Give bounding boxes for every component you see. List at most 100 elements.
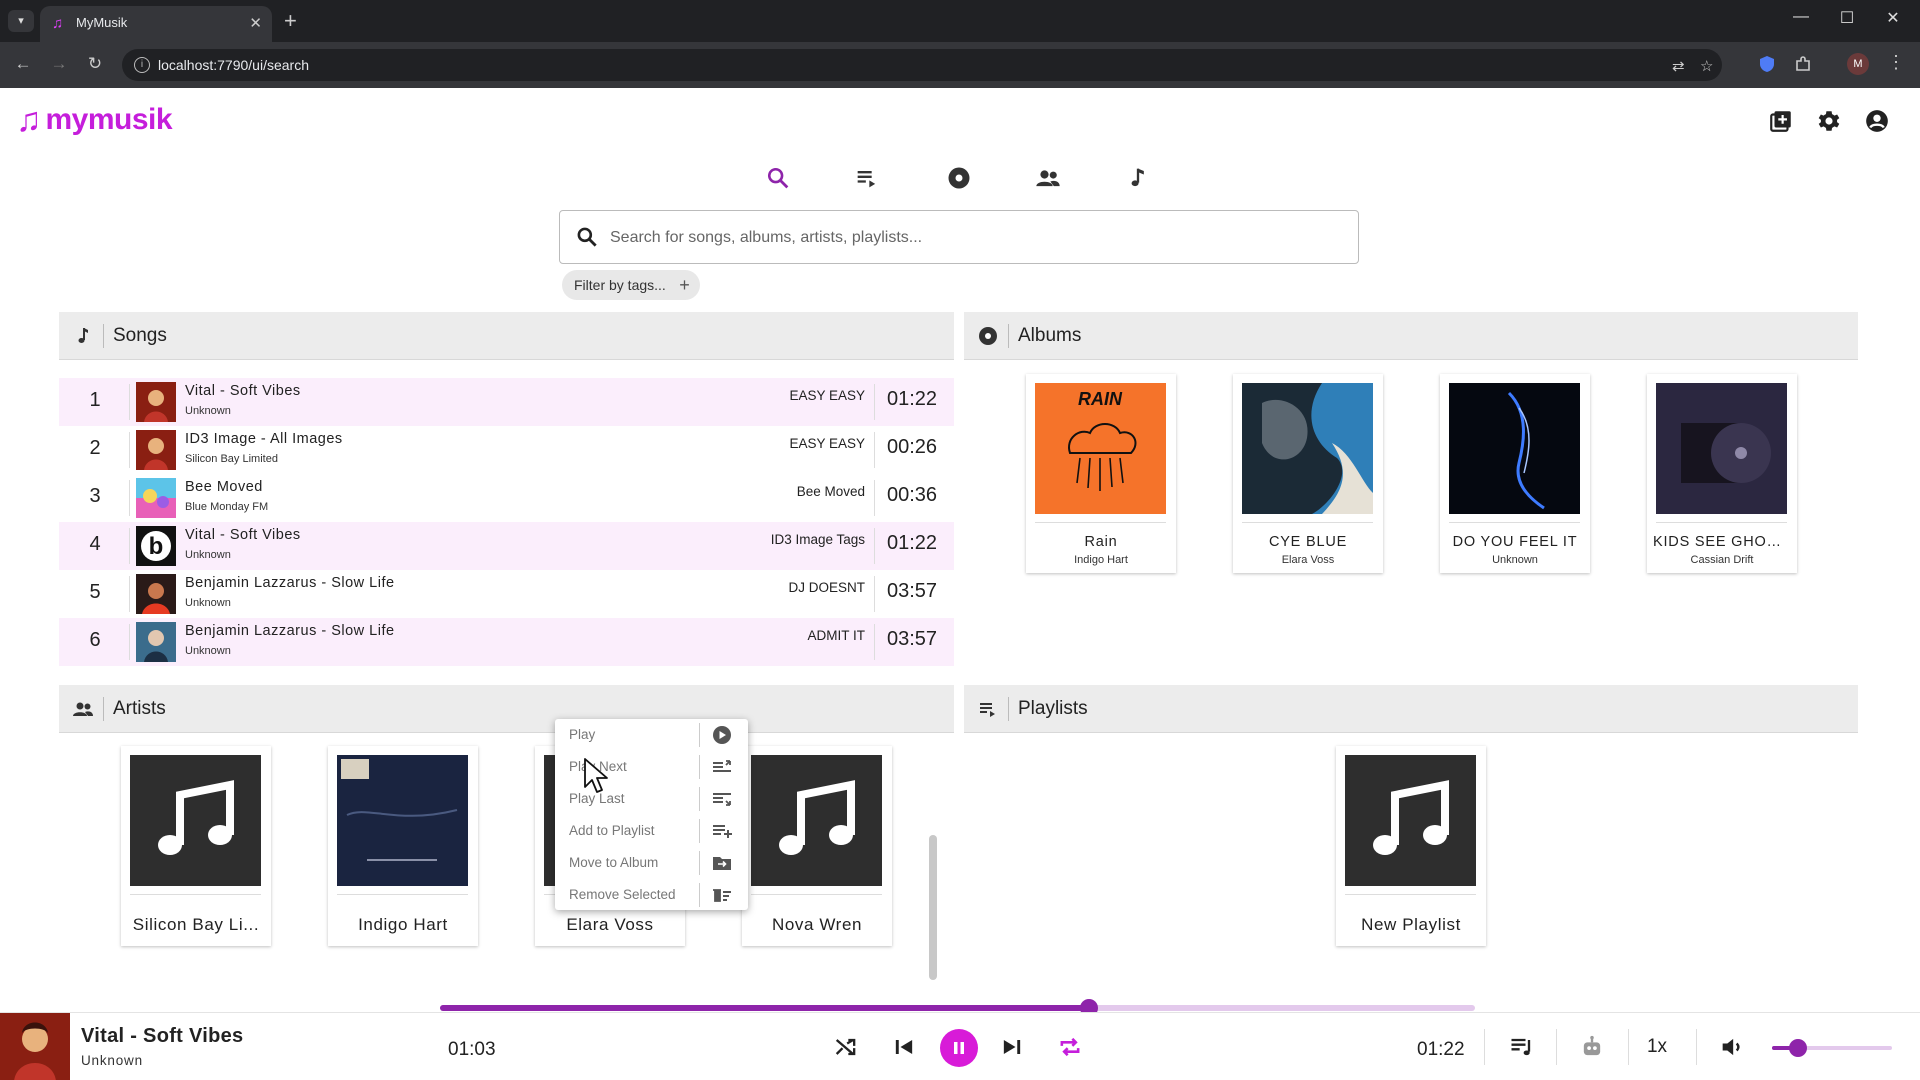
minimize-icon[interactable]: —: [1778, 8, 1824, 26]
back-icon[interactable]: ←: [12, 54, 34, 74]
tab-songs[interactable]: [1124, 164, 1152, 192]
row-divider: [129, 432, 130, 468]
tab-playlists[interactable]: [853, 164, 881, 192]
extensions-puzzle-icon[interactable]: [1793, 54, 1813, 74]
song-thumbnail: b: [136, 526, 176, 566]
menu-divider: [699, 723, 700, 747]
playlist-card[interactable]: New Playlist: [1336, 746, 1486, 946]
menu-item-move-to-album[interactable]: Move to Album: [555, 847, 748, 879]
song-row[interactable]: 1 Vital - Soft Vibes Unknown EASY EASY 0…: [59, 378, 954, 426]
menu-item-label: Remove Selected: [569, 887, 676, 902]
row-divider: [874, 384, 875, 420]
volume-icon[interactable]: [1718, 1033, 1746, 1061]
tab-albums[interactable]: [945, 164, 973, 192]
card-divider: [1449, 522, 1580, 523]
row-divider: [129, 528, 130, 564]
robot-icon[interactable]: [1578, 1033, 1606, 1061]
next-track-icon[interactable]: [998, 1033, 1026, 1061]
header-divider: [1008, 697, 1009, 721]
song-row[interactable]: 6 Benjamin Lazzarus - Slow Life Unknown …: [59, 618, 954, 666]
seek-bar[interactable]: [440, 999, 1475, 1017]
row-divider: [874, 528, 875, 564]
song-title: ID3 Image - All Images: [185, 431, 343, 447]
card-divider: [1035, 522, 1166, 523]
album-title: DO YOU FEEL IT: [1452, 534, 1578, 550]
now-playing-art[interactable]: [0, 1013, 70, 1080]
shuffle-icon[interactable]: [832, 1033, 860, 1061]
site-info-icon[interactable]: i: [134, 57, 150, 73]
song-album-tag: ADMIT IT: [807, 628, 865, 643]
translate-icon[interactable]: ⇄: [1672, 57, 1685, 75]
profile-avatar[interactable]: M: [1847, 53, 1869, 75]
song-album-tag: EASY EASY: [789, 436, 865, 451]
song-thumbnail: [136, 430, 176, 470]
browser-tab[interactable]: ♫ MyMusik ✕: [40, 6, 272, 42]
song-album-tag: DJ DOESNT: [788, 580, 865, 595]
close-tab-icon[interactable]: ✕: [249, 14, 262, 32]
menu-item-play[interactable]: Play: [555, 719, 748, 751]
artist-card[interactable]: Indigo Hart: [328, 746, 478, 946]
song-duration: 00:26: [887, 436, 938, 458]
pause-button[interactable]: [940, 1029, 978, 1067]
settings-icon[interactable]: [1816, 108, 1842, 134]
tab-strip: ▾ ♫ MyMusik ✕ + — ☐ ✕: [0, 0, 1920, 42]
song-thumbnail: [136, 382, 176, 422]
album-cover: RAIN: [1035, 383, 1166, 514]
account-icon[interactable]: [1864, 108, 1890, 134]
volume-thumb[interactable]: [1789, 1039, 1808, 1057]
menu-divider: [699, 883, 700, 907]
add-library-icon[interactable]: [1768, 108, 1794, 134]
song-row[interactable]: 2 ID3 Image - All Images Silicon Bay Lim…: [59, 426, 954, 474]
address-bar[interactable]: i localhost:7790/ui/search ⇄ ☆: [122, 49, 1722, 81]
row-divider: [129, 384, 130, 420]
song-row[interactable]: 4 b Vital - Soft Vibes Unknown ID3 Image…: [59, 522, 954, 570]
filter-tags-chip[interactable]: Filter by tags... +: [562, 270, 700, 300]
queue-icon[interactable]: [1508, 1033, 1536, 1061]
maximize-icon[interactable]: ☐: [1824, 8, 1870, 28]
shield-extension-icon[interactable]: [1757, 54, 1777, 74]
artists-scrollbar[interactable]: [929, 835, 937, 980]
menu-item-add-to-playlist[interactable]: Add to Playlist: [555, 815, 748, 847]
reload-icon[interactable]: ↻: [84, 54, 106, 74]
play-circle-icon: [713, 726, 731, 744]
tab-search-button[interactable]: ▾: [8, 10, 34, 32]
bookmark-star-icon[interactable]: ☆: [1700, 57, 1713, 75]
album-card[interactable]: RAIN Rain Indigo Hart: [1026, 374, 1176, 573]
tab-artists[interactable]: [1034, 164, 1062, 192]
search-input[interactable]: [610, 221, 1330, 255]
app-logo[interactable]: ♫ mymusik: [16, 100, 173, 140]
browser-menu-icon[interactable]: ⋮: [1887, 52, 1905, 73]
menu-item-remove-selected[interactable]: Remove Selected: [555, 879, 748, 911]
artist-card[interactable]: Silicon Bay Li...: [121, 746, 271, 946]
song-row[interactable]: 3 Bee Moved Blue Monday FM Bee Moved 00:…: [59, 474, 954, 522]
album-card[interactable]: KIDS SEE GHOS... Cassian Drift: [1647, 374, 1797, 573]
forward-icon[interactable]: →: [48, 54, 70, 74]
browser-chrome: ▾ ♫ MyMusik ✕ + — ☐ ✕ ← → ↻ i localhost:…: [0, 0, 1920, 88]
search-box[interactable]: [559, 210, 1359, 264]
playback-speed[interactable]: 1x: [1642, 1033, 1672, 1061]
song-album-tag: ID3 Image Tags: [770, 532, 865, 547]
card-divider: [751, 894, 882, 895]
artist-card[interactable]: Nova Wren: [742, 746, 892, 946]
header-divider: [1008, 324, 1009, 348]
svg-text:b: b: [149, 533, 164, 560]
song-artist: Blue Monday FM: [185, 501, 269, 513]
album-card[interactable]: CYE BLUE Elara Voss: [1233, 374, 1383, 573]
song-thumbnail: [136, 478, 176, 518]
album-cover: [1449, 383, 1580, 514]
volume-slider[interactable]: [1772, 1039, 1892, 1057]
song-row[interactable]: 5 Benjamin Lazzarus - Slow Life Unknown …: [59, 570, 954, 618]
tab-search[interactable]: [764, 164, 792, 192]
row-divider: [874, 624, 875, 660]
song-thumbnail: [136, 574, 176, 614]
song-title: Benjamin Lazzarus - Slow Life: [185, 575, 395, 591]
song-artist: Unknown: [185, 597, 231, 609]
menu-item-label: Move to Album: [569, 855, 659, 870]
previous-track-icon[interactable]: [890, 1033, 918, 1061]
close-window-icon[interactable]: ✕: [1870, 8, 1916, 28]
repeat-icon[interactable]: [1056, 1033, 1084, 1061]
menu-divider: [699, 755, 700, 779]
new-tab-button[interactable]: +: [284, 8, 297, 34]
album-card[interactable]: DO YOU FEEL IT Unknown: [1440, 374, 1590, 573]
menu-item-label: Add to Playlist: [569, 823, 655, 838]
